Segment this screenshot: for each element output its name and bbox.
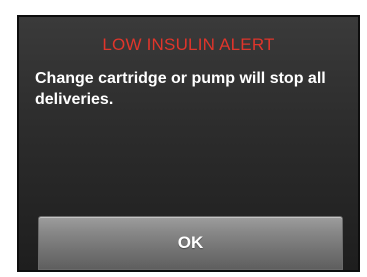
alert-title: LOW INSULIN ALERT (102, 35, 275, 54)
pump-screen: LOW INSULIN ALERT Change cartridge or pu… (17, 15, 360, 272)
ok-button-label: OK (177, 233, 204, 252)
alert-message: Change cartridge or pump will stop all d… (35, 70, 326, 108)
ok-button[interactable]: OK (38, 216, 343, 270)
